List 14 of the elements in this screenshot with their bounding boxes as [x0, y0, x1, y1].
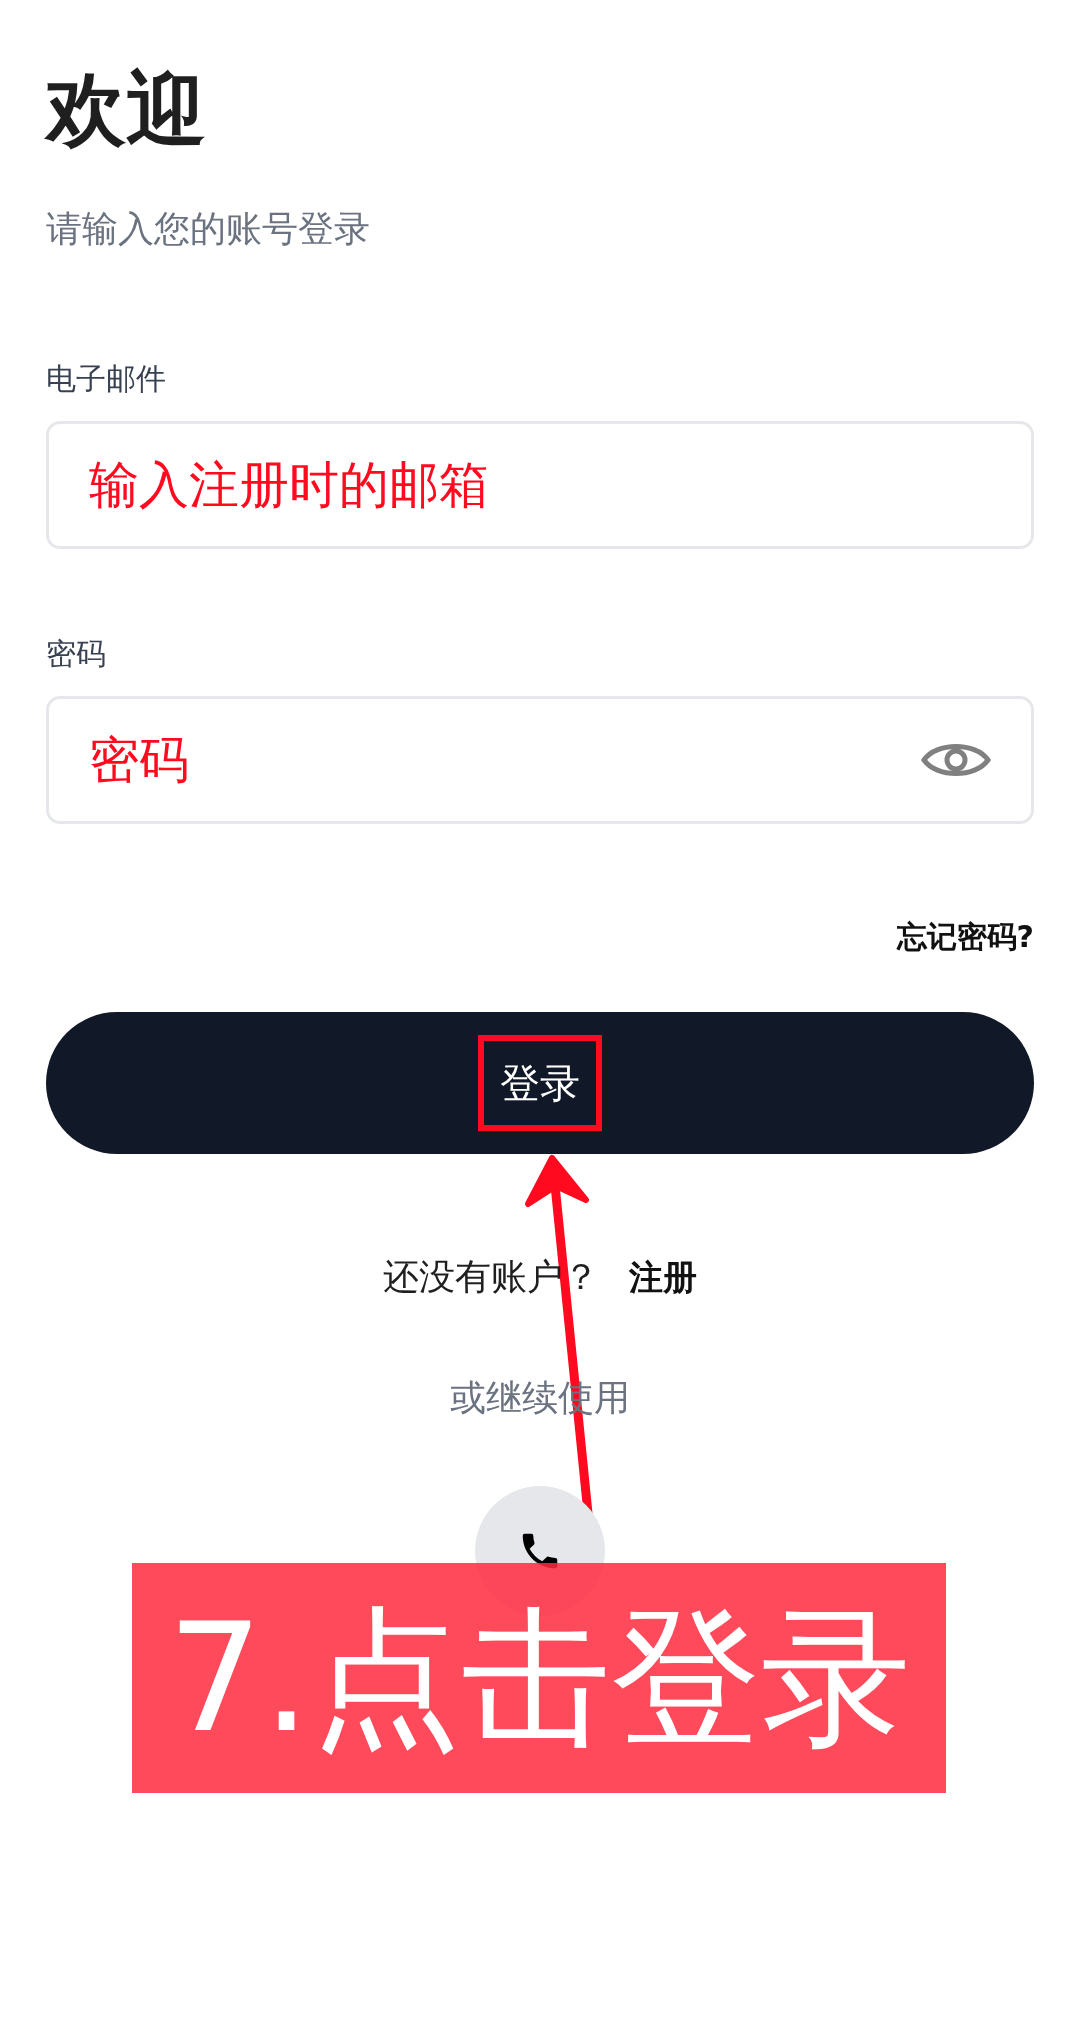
- subtitle: 请输入您的账号登录: [46, 207, 370, 251]
- forgot-password-link[interactable]: 忘记密码?: [896, 914, 1034, 959]
- banner-text: 7.点击登录: [167, 1603, 911, 1753]
- login-button[interactable]: 登录: [46, 1012, 1034, 1154]
- signup-link[interactable]: 注册: [629, 1251, 697, 1303]
- welcome-title: 欢迎: [46, 62, 206, 158]
- field-label: 密码: [46, 635, 106, 673]
- password-field[interactable]: 密码: [46, 696, 1034, 824]
- email-field[interactable]: 输入注册时的邮箱: [46, 421, 1034, 549]
- highlight-frame: 登录: [478, 1035, 602, 1131]
- annotation-text: 密码: [89, 729, 190, 791]
- field-label: 电子邮件: [46, 360, 166, 398]
- annotation-text: 输入注册时的邮箱: [89, 454, 490, 516]
- signup-prompt: 还没有账户？: [383, 1255, 599, 1299]
